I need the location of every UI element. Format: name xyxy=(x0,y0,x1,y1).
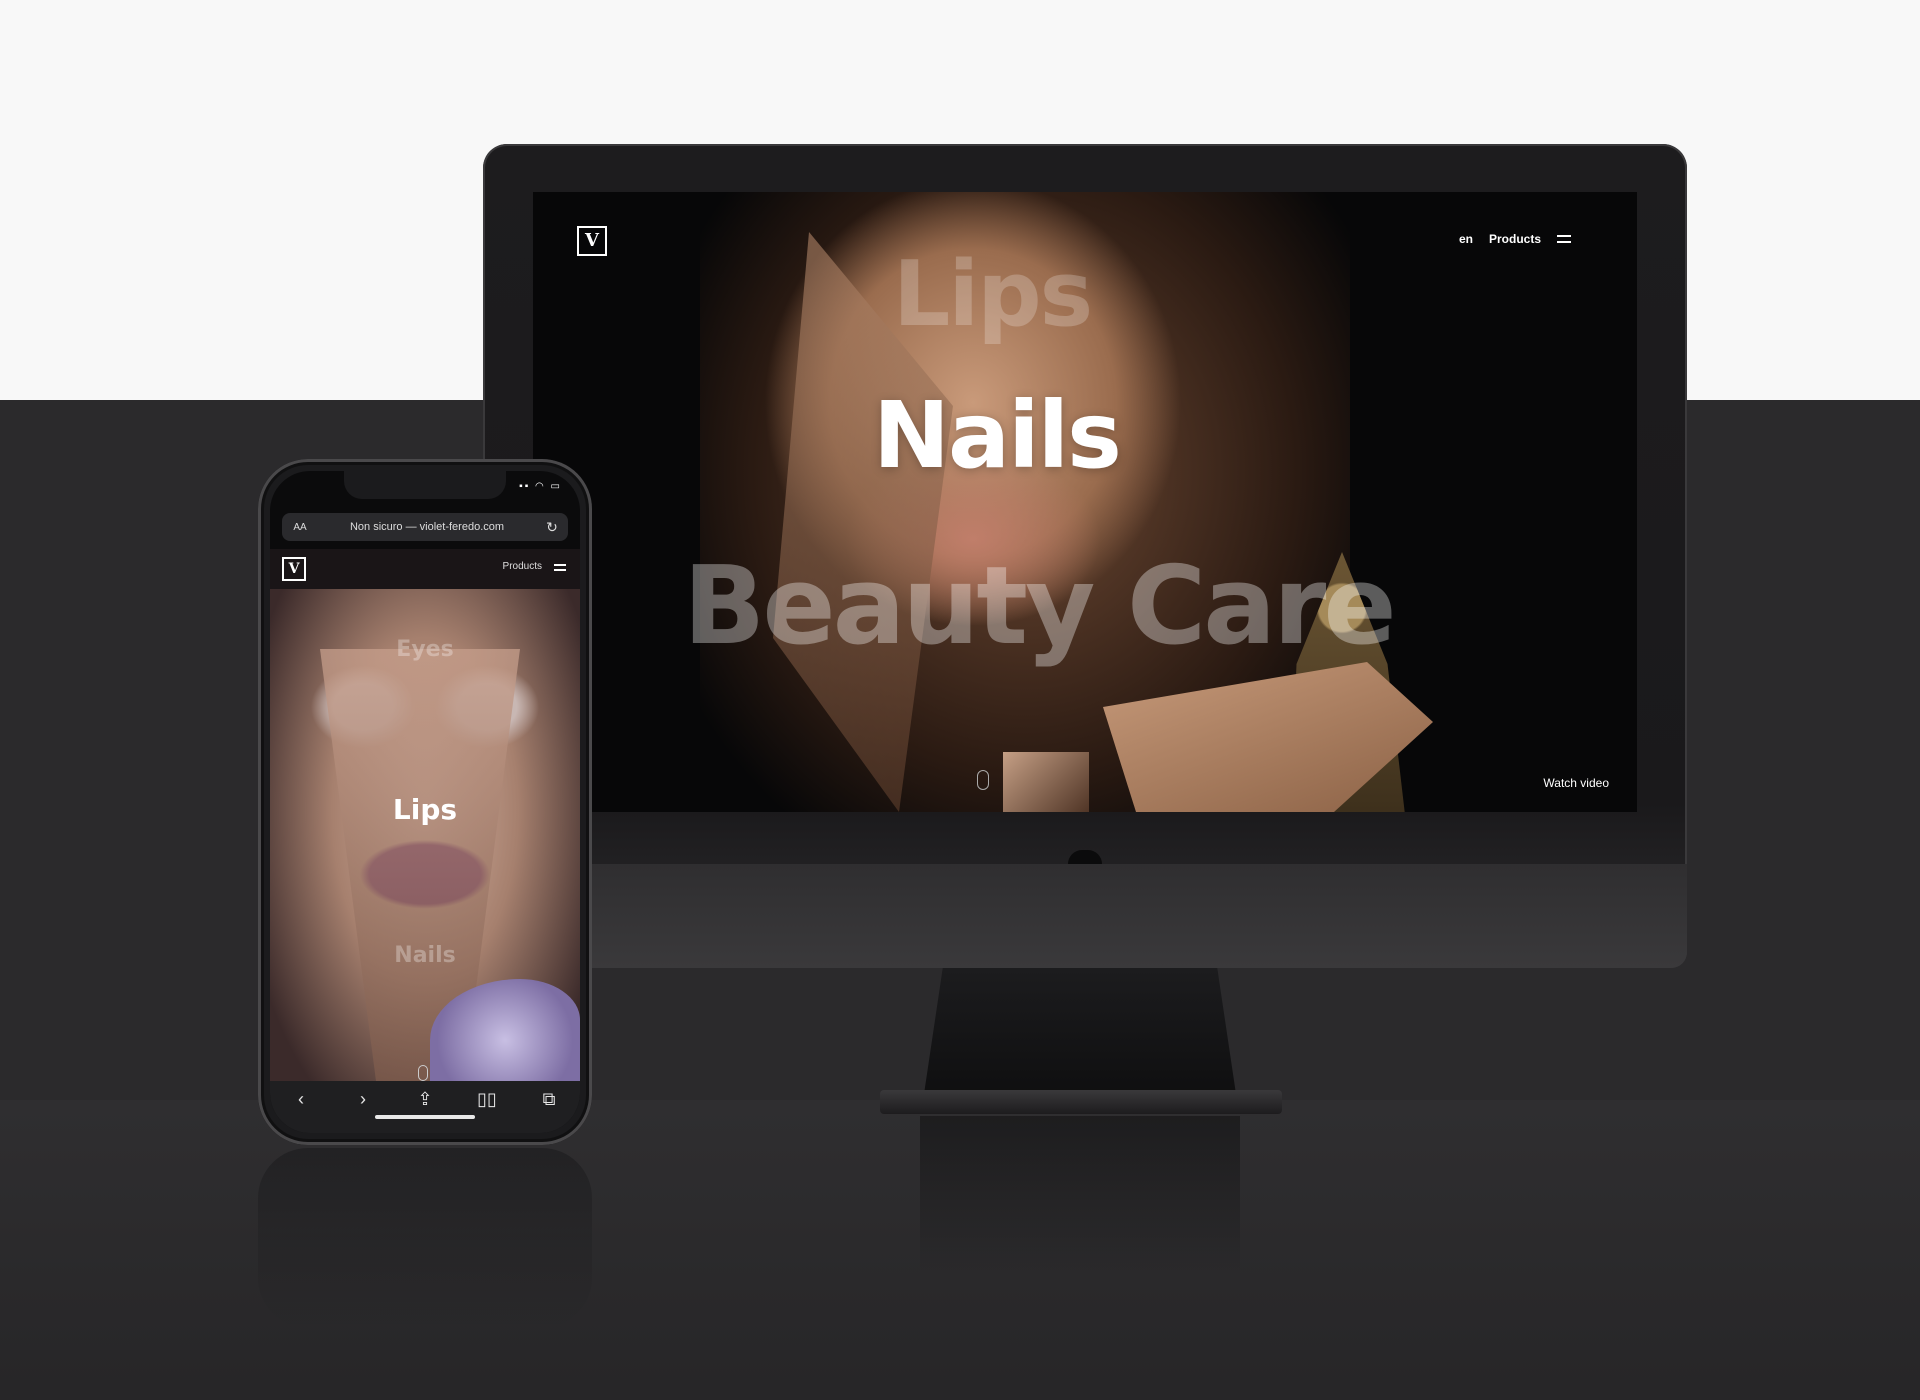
status-bar-icons: ▪▪ ◠ ▭ xyxy=(519,481,562,492)
language-link[interactable]: en xyxy=(1459,232,1473,246)
monitor-base xyxy=(880,1090,1282,1114)
category-nails[interactable]: Nails xyxy=(873,382,1122,489)
monitor-stand xyxy=(924,968,1236,1094)
mobile-category-nails[interactable]: Nails xyxy=(270,943,580,968)
watch-video-link[interactable]: Watch video xyxy=(1543,776,1609,790)
mobile-menu-icon[interactable] xyxy=(554,564,566,571)
reload-icon[interactable]: ↻ xyxy=(536,519,568,536)
mobile-category-eyes[interactable]: Eyes xyxy=(270,637,580,662)
menu-icon[interactable] xyxy=(1557,235,1571,243)
browser-address-bar[interactable]: AA Non sicuro — violet-feredo.com ↻ xyxy=(282,513,568,541)
phone-notch xyxy=(344,471,506,499)
scroll-indicator-icon xyxy=(977,770,989,790)
phone-reflection xyxy=(258,1148,592,1328)
desktop-website: V en Products Lips Nails Beauty Care Wat… xyxy=(533,192,1637,812)
mobile-products-link[interactable]: Products xyxy=(503,561,542,572)
desktop-monitor: V en Products Lips Nails Beauty Care Wat… xyxy=(483,144,1687,968)
home-indicator[interactable] xyxy=(375,1115,475,1119)
mobile-website: V Products Eyes Lips Nails xyxy=(270,549,580,1081)
mobile-category-lips[interactable]: Lips xyxy=(270,793,580,826)
mobile-scroll-indicator-icon xyxy=(418,1065,428,1081)
monitor-chin xyxy=(483,864,1687,968)
mobile-brand-logo[interactable]: V xyxy=(282,557,306,581)
brand-logo[interactable]: V xyxy=(577,226,607,256)
category-lips[interactable]: Lips xyxy=(893,242,1093,347)
products-link[interactable]: Products xyxy=(1489,232,1541,246)
browser-toolbar: ‹ › ⇪ ▯▯ ⧉ xyxy=(270,1081,580,1133)
slide-thumbnail[interactable] xyxy=(1003,752,1089,812)
mobile-screen: ▪▪ ◠ ▭ AA Non sicuro — violet-feredo.com… xyxy=(270,471,580,1133)
monitor-reflection xyxy=(920,1116,1240,1276)
url-text[interactable]: Non sicuro — violet-feredo.com xyxy=(318,521,536,533)
category-beauty-care[interactable]: Beauty Care xyxy=(683,544,1397,669)
tabs-icon[interactable]: ⧉ xyxy=(529,1089,569,1110)
share-icon[interactable]: ⇪ xyxy=(405,1089,445,1110)
forward-icon[interactable]: › xyxy=(343,1089,383,1110)
mobile-phone: ▪▪ ◠ ▭ AA Non sicuro — violet-feredo.com… xyxy=(258,459,592,1145)
bookmarks-icon[interactable]: ▯▯ xyxy=(467,1089,507,1110)
desktop-nav: en Products xyxy=(1459,232,1571,246)
text-size-button[interactable]: AA xyxy=(282,522,318,533)
back-icon[interactable]: ‹ xyxy=(281,1089,321,1110)
